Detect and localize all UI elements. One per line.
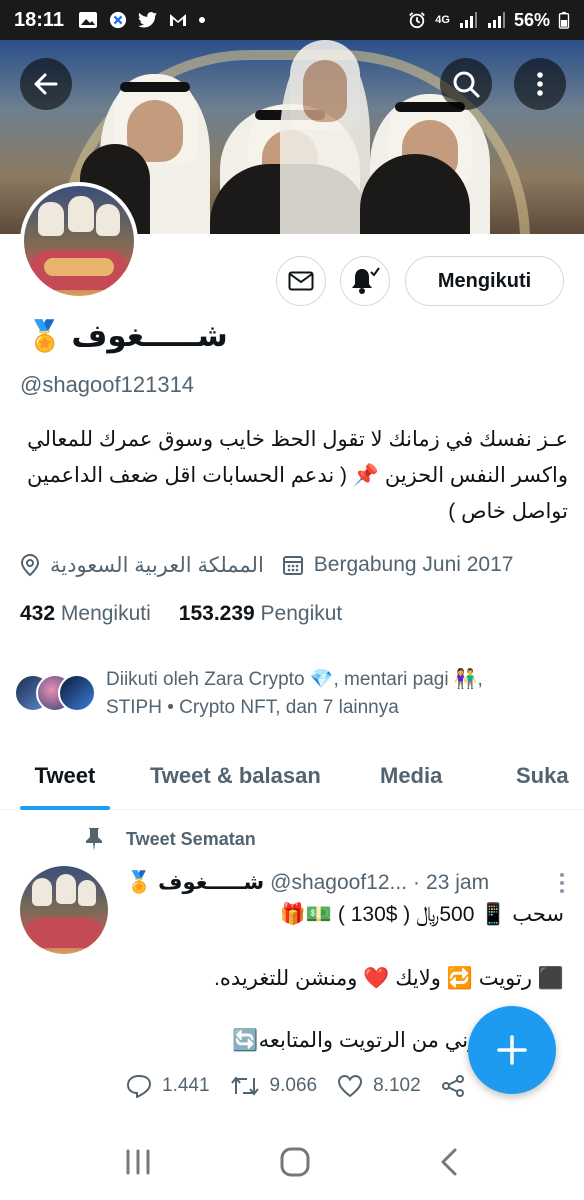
following-button[interactable]: Mengikuti — [405, 256, 564, 306]
following-count: 432 — [20, 602, 56, 625]
tweet-time[interactable]: 23 jam — [426, 871, 489, 895]
followers-label: Pengikut — [260, 602, 343, 625]
tweet-author-avatar[interactable] — [20, 866, 108, 954]
follow-counts: 432 Mengikuti 153.239 Pengikut — [20, 602, 342, 626]
search-icon — [453, 71, 480, 98]
share-button[interactable] — [441, 1074, 465, 1098]
message-button[interactable] — [276, 256, 326, 306]
tweet-more-icon[interactable] — [558, 872, 566, 894]
tab-media[interactable]: Media — [380, 742, 442, 810]
location: المملكة العربية السعودية — [20, 553, 264, 578]
display-name: 🏅 شـــــغوف — [26, 318, 246, 354]
tweet-text-line: ⬛ رتويت 🔁 ولايك ❤️ ومنشن للتغريده. — [214, 967, 564, 990]
arrow-left-icon — [34, 73, 58, 95]
gmail-icon — [170, 14, 187, 26]
network-type: 4G — [435, 14, 450, 26]
bio-line: واكسر النفس الحزين 📌 ( ندعم الحسابات اقل… — [27, 464, 568, 487]
banner-figure — [280, 40, 370, 234]
avatar-image — [24, 186, 134, 296]
battery-icon — [558, 11, 570, 29]
tab-tweet[interactable]: Tweet — [20, 742, 110, 810]
gallery-icon — [79, 12, 98, 28]
followers-count-link[interactable]: 153.239 Pengikut — [179, 602, 343, 626]
tab-likes[interactable]: Suka — [516, 742, 569, 810]
tab-tweet-and-replies[interactable]: Tweet & balasan — [150, 742, 321, 810]
alarm-icon — [409, 12, 426, 29]
share-icon — [441, 1075, 464, 1097]
status-bar: 18:11 4G 56% — [0, 0, 584, 40]
reply-count: 1.441 — [162, 1075, 210, 1096]
display-name-text: شـــــغوف — [71, 318, 228, 353]
bell-check-icon — [352, 267, 380, 294]
status-time: 18:11 — [14, 8, 65, 31]
location-pin-icon — [20, 553, 40, 577]
join-date: Bergabung Juni 2017 — [282, 553, 514, 577]
retweet-button[interactable]: 9.066 — [230, 1074, 318, 1098]
bio-line: تواصل خاص ) — [448, 500, 568, 523]
plus-icon — [497, 1035, 527, 1065]
followed-by-text: Diikuti oleh Zara Crypto 💎, mentari pagi… — [106, 669, 483, 718]
reply-button[interactable]: 1.441 — [126, 1074, 210, 1098]
pinned-tweet-label: Tweet Sematan — [84, 826, 256, 852]
location-text: المملكة العربية السعودية — [50, 553, 264, 577]
avatar — [58, 674, 96, 712]
profile-handle: @shagoof121314 — [20, 372, 195, 397]
heart-icon — [338, 1074, 363, 1098]
retweet-count: 9.066 — [269, 1075, 318, 1096]
notifications-button[interactable] — [340, 256, 390, 306]
x-icon — [109, 11, 127, 29]
join-date-text: Bergabung Juni 2017 — [313, 553, 514, 576]
like-count: 8.102 — [373, 1075, 421, 1096]
search-button[interactable] — [440, 58, 492, 110]
tweet-actions: 1.441 9.066 8.102 — [126, 1074, 506, 1098]
tweet-text-line: سحب 📱 500﷼ ( $130 ) 💵🎁 — [279, 903, 564, 926]
reply-icon — [126, 1074, 152, 1098]
profile-avatar[interactable] — [20, 182, 138, 300]
retweet-icon — [230, 1076, 259, 1096]
medal-icon: 🏅 — [26, 319, 64, 353]
profile-bio: عـز نفسك في زمانك لا تقول الحظ خايب وسوق… — [20, 422, 568, 530]
compose-tweet-button[interactable] — [468, 1006, 556, 1094]
bio-line: عـز نفسك في زمانك لا تقول الحظ خايب وسوق… — [27, 428, 568, 451]
medal-icon: 🏅 — [126, 870, 153, 894]
twitter-icon — [138, 12, 158, 28]
system-navigation-bar — [0, 1124, 584, 1200]
like-button[interactable]: 8.102 — [337, 1074, 421, 1098]
notification-icons — [78, 11, 206, 29]
back-button[interactable] — [20, 58, 72, 110]
recent-apps-icon[interactable] — [123, 1148, 153, 1176]
pin-icon — [86, 828, 102, 851]
more-vertical-icon — [537, 72, 543, 96]
tweet-author-name[interactable]: شـــــغوف — [158, 870, 264, 895]
followers-count: 153.239 — [178, 602, 255, 625]
more-options-button[interactable] — [514, 58, 566, 110]
separator: · — [413, 870, 421, 894]
following-label: Mengikuti — [60, 602, 151, 625]
battery-percent: 56% — [513, 9, 550, 30]
home-icon[interactable] — [279, 1146, 311, 1178]
following-count-link[interactable]: 432 Mengikuti — [20, 602, 151, 626]
back-nav-icon[interactable] — [437, 1146, 461, 1178]
dot-icon — [199, 17, 206, 23]
signal-icon — [487, 12, 505, 28]
followed-by[interactable]: Diikuti oleh Zara Crypto 💎, mentari pagi… — [14, 666, 570, 726]
signal-icon — [459, 12, 477, 28]
calendar-icon — [282, 556, 303, 575]
tweet-author-handle[interactable]: @shagoof12... — [270, 871, 407, 895]
followers-you-know-avatars — [14, 674, 96, 714]
status-right: 4G 56% — [407, 10, 570, 31]
tweet-header: 🏅 شـــــغوف @shagoof12... · 23 jam — [126, 870, 566, 895]
mail-icon — [288, 271, 314, 291]
profile-tabs: Tweet Tweet & balasan Media Suka — [0, 742, 584, 810]
profile-meta: المملكة العربية السعودية Bergabung Juni … — [20, 548, 564, 582]
